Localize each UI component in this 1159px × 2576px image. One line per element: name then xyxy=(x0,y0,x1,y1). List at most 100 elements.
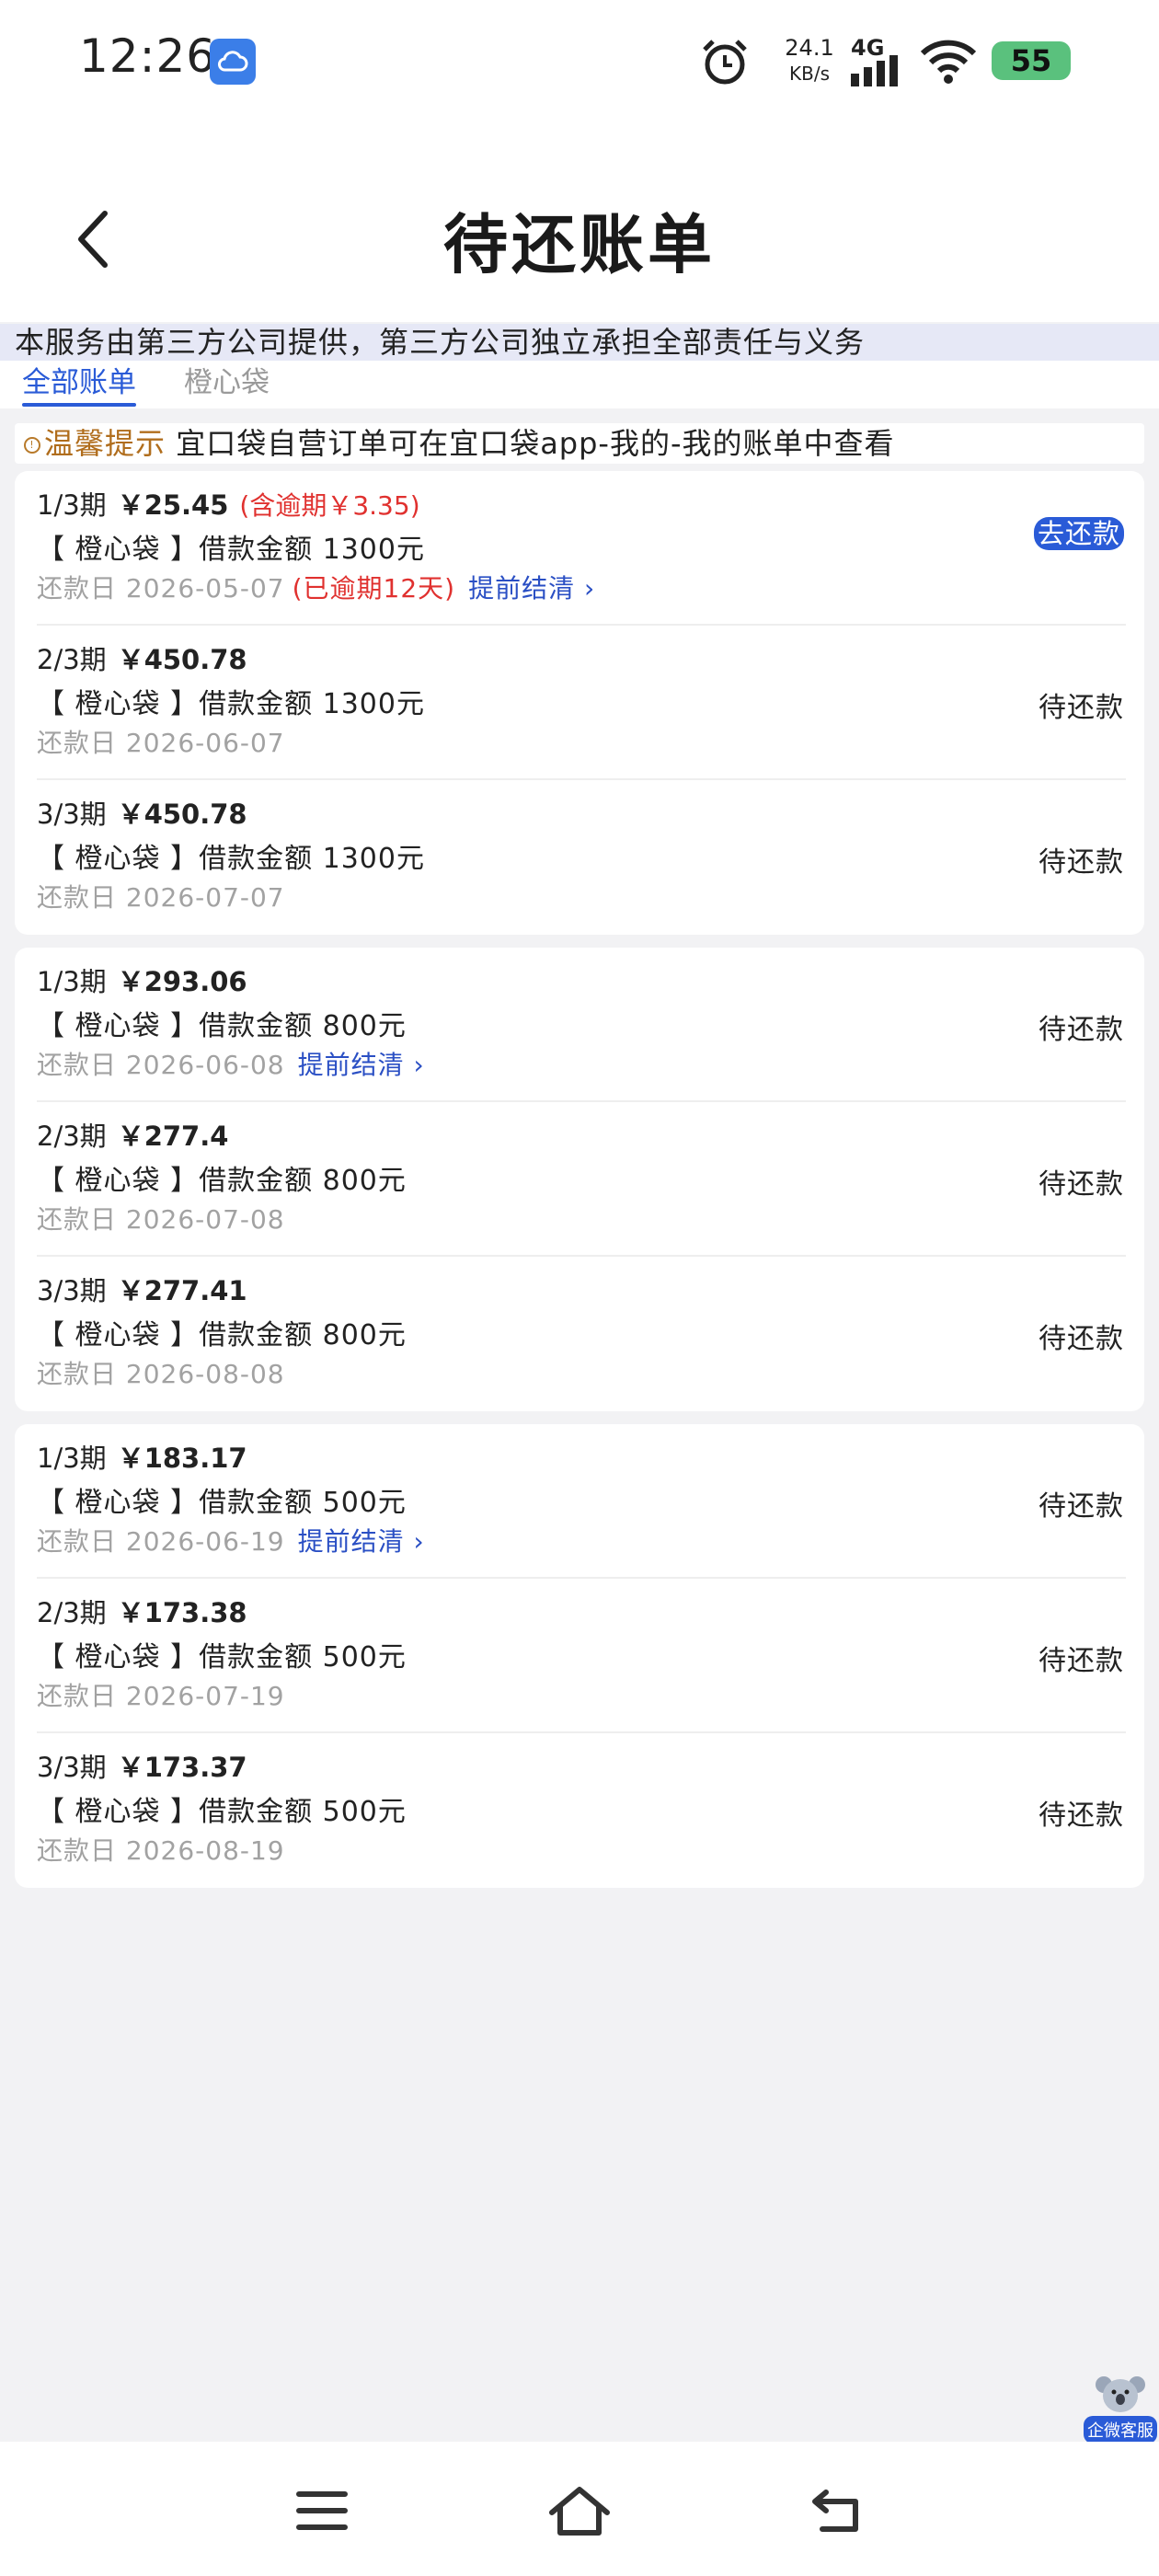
bill-amount: ￥183.17 xyxy=(117,1443,247,1474)
bill-row[interactable]: 3/3期 ￥450.78 【 橙心袋 】借款金额 1300元 还款日 2026-0… xyxy=(15,780,1144,935)
bill-status: 待还款 xyxy=(1039,1014,1124,1046)
loan-card: 1/3期 ￥25.45 (含逾期￥3.35) 【 橙心袋 】借款金额 1300元 还… xyxy=(15,471,1144,935)
due-date: 还款日 2026-06-08 xyxy=(37,1050,285,1080)
loan-product: 【 橙心袋 】借款金额 1300元 xyxy=(37,688,425,720)
bill-summary: 1/3期 ￥25.45 (含逾期￥3.35) xyxy=(37,484,420,523)
due-date-line: 还款日 2026-06-08 提前结清 › xyxy=(37,1045,425,1082)
loan-product: 【 橙心袋 】借款金额 1300元 xyxy=(37,534,425,566)
due-date: 还款日 2026-07-19 xyxy=(37,1681,285,1711)
bill-row[interactable]: 3/3期 ￥173.37 【 橙心袋 】借款金额 500元 还款日 2026-08… xyxy=(15,1733,1144,1888)
loan-product: 【 橙心袋 】借款金额 500元 xyxy=(37,1796,407,1828)
bill-amount: ￥277.41 xyxy=(117,1275,247,1306)
bill-period: 3/3期 xyxy=(37,1752,107,1783)
bill-period: 1/3期 xyxy=(37,489,107,521)
bill-period: 3/3期 xyxy=(37,799,107,830)
back-nav-button[interactable] xyxy=(800,2478,874,2543)
menu-button[interactable] xyxy=(285,2478,359,2543)
bill-period: 1/3期 xyxy=(37,1443,107,1474)
bill-period: 2/3期 xyxy=(37,644,107,675)
due-date-line: 还款日 2026-07-19 xyxy=(37,1676,285,1713)
status-bar: 12:26 24.1 KB/s 4G 55 xyxy=(0,0,1159,120)
tab-active-indicator xyxy=(22,403,136,407)
bill-summary: 2/3期 ￥450.78 xyxy=(37,638,247,677)
due-date-line: 还款日 2026-06-19 提前结清 › xyxy=(37,1522,425,1558)
early-settle-link[interactable]: 提前结清 › xyxy=(468,573,595,604)
loan-card: 1/3期 ￥183.17 【 橙心袋 】借款金额 500元 还款日 2026-06… xyxy=(15,1424,1144,1888)
customer-service-button[interactable]: 企微客服 xyxy=(1084,2374,1157,2444)
due-date: 还款日 2026-07-07 xyxy=(37,882,285,913)
tab-all-bills[interactable]: 全部账单 xyxy=(22,364,136,407)
bill-status: 待还款 xyxy=(1039,1168,1124,1201)
early-settle-link[interactable]: 提前结清 › xyxy=(298,1050,425,1080)
bill-summary: 2/3期 ￥277.4 xyxy=(37,1115,228,1154)
due-date-line: 还款日 2026-07-07 xyxy=(37,878,285,914)
page-header: 待还账单 xyxy=(0,120,1159,322)
bill-row[interactable]: 1/3期 ￥25.45 (含逾期￥3.35) 【 橙心袋 】借款金额 1300元 还… xyxy=(15,471,1144,626)
repay-button[interactable]: 去还款 xyxy=(1033,517,1124,550)
due-date-line: 还款日 2026-06-07 xyxy=(37,723,285,760)
due-date: 还款日 2026-05-07 xyxy=(37,573,285,604)
battery-icon: 55 xyxy=(992,41,1071,80)
bill-status: 待还款 xyxy=(1039,846,1124,879)
bill-status: 待还款 xyxy=(1039,1490,1124,1523)
bill-period: 2/3期 xyxy=(37,1121,107,1152)
bill-amount: ￥173.38 xyxy=(117,1597,247,1628)
signal-icon xyxy=(851,55,904,90)
due-date-line: 还款日 2026-08-19 xyxy=(37,1831,285,1868)
home-button[interactable] xyxy=(543,2478,616,2543)
bill-summary: 3/3期 ￥173.37 xyxy=(37,1746,247,1785)
bill-status: 待还款 xyxy=(1039,1323,1124,1355)
due-date-line: 还款日 2026-07-08 xyxy=(37,1200,285,1236)
tab-label: 橙心袋 xyxy=(184,366,270,399)
tab-label: 全部账单 xyxy=(22,366,136,399)
back-icon xyxy=(812,2490,858,2532)
due-date: 还款日 2026-08-19 xyxy=(37,1835,285,1866)
bill-status: 待还款 xyxy=(1039,692,1124,724)
tip-label: 温馨提示 xyxy=(44,426,166,461)
tip-text: 宜口袋自营订单可在宜口袋app-我的-我的账单中查看 xyxy=(176,426,895,461)
due-date: 还款日 2026-07-08 xyxy=(37,1204,285,1235)
loan-product: 【 橙心袋 】借款金额 500元 xyxy=(37,1641,407,1673)
koala-icon xyxy=(1095,2374,1146,2414)
loan-product: 【 橙心袋 】借款金额 800元 xyxy=(37,1010,407,1042)
late-fee: (含逾期￥3.35) xyxy=(239,490,420,521)
page-title: 待还账单 xyxy=(443,207,716,282)
bill-summary: 1/3期 ￥293.06 xyxy=(37,960,247,999)
due-date: 还款日 2026-06-19 xyxy=(37,1526,285,1557)
early-settle-link[interactable]: 提前结清 › xyxy=(298,1526,425,1557)
due-date-line: 还款日 2026-08-08 xyxy=(37,1354,285,1391)
tab-chengxindai[interactable]: 橙心袋 xyxy=(184,364,270,401)
bill-amount: ￥293.06 xyxy=(117,966,247,997)
net-speed-unit: KB/s xyxy=(789,63,830,85)
bill-period: 3/3期 xyxy=(37,1275,107,1306)
bill-row[interactable]: 2/3期 ￥277.4 【 橙心袋 】借款金额 800元 还款日 2026-07-… xyxy=(15,1102,1144,1257)
loan-product: 【 橙心袋 】借款金额 800元 xyxy=(37,1319,407,1351)
due-date: 还款日 2026-06-07 xyxy=(37,728,285,758)
alarm-icon xyxy=(699,37,751,92)
bill-summary: 1/3期 ￥183.17 xyxy=(37,1437,247,1476)
bill-summary: 3/3期 ￥277.41 xyxy=(37,1270,247,1308)
bill-period: 2/3期 xyxy=(37,1597,107,1628)
info-icon: ! xyxy=(24,437,40,454)
wifi-icon xyxy=(920,39,977,88)
bill-row[interactable]: 2/3期 ￥450.78 【 橙心袋 】借款金额 1300元 还款日 2026-0… xyxy=(15,626,1144,780)
bill-status: 待还款 xyxy=(1039,1645,1124,1677)
bill-period: 1/3期 xyxy=(37,966,107,997)
bill-amount: ￥277.4 xyxy=(117,1121,229,1152)
bill-amount: ￥25.45 xyxy=(117,489,229,521)
bill-row[interactable]: 2/3期 ￥173.38 【 橙心袋 】借款金额 500元 还款日 2026-07… xyxy=(15,1579,1144,1733)
bill-row[interactable]: 1/3期 ￥183.17 【 橙心袋 】借款金额 500元 还款日 2026-06… xyxy=(15,1424,1144,1579)
due-date: 还款日 2026-08-08 xyxy=(37,1359,285,1389)
due-date-line: 还款日 2026-05-07 (已逾期12天) 提前结清 › xyxy=(37,569,595,605)
loan-product: 【 橙心袋 】借款金额 500元 xyxy=(37,1487,407,1519)
bill-amount: ￥450.78 xyxy=(117,644,247,675)
bill-amount: ￥173.37 xyxy=(117,1752,247,1783)
bill-row[interactable]: 1/3期 ￥293.06 【 橙心袋 】借款金额 800元 还款日 2026-06… xyxy=(15,948,1144,1102)
bill-row[interactable]: 3/3期 ￥277.41 【 橙心袋 】借款金额 800元 还款日 2026-08… xyxy=(15,1257,1144,1411)
menu-icon xyxy=(296,2491,348,2530)
bill-summary: 3/3期 ￥450.78 xyxy=(37,793,247,832)
loan-product: 【 橙心袋 】借款金额 1300元 xyxy=(37,843,425,875)
battery-level: 55 xyxy=(1010,43,1052,78)
disclaimer-notice: 本服务由第三方公司提供，第三方公司独立承担全部责任与义务 xyxy=(0,324,1159,361)
net-speed: 24.1 KB/s xyxy=(777,35,842,86)
